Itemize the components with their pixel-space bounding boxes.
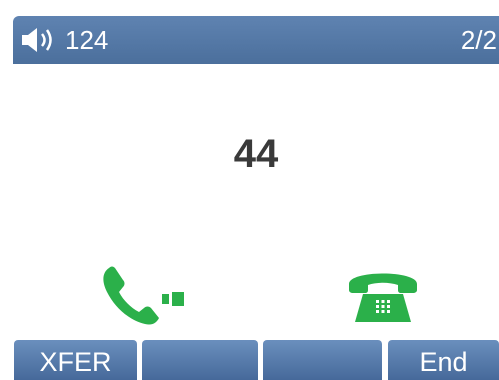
page-indicator: 2/2 xyxy=(460,25,497,55)
softkey-bar: XFER End xyxy=(0,340,499,380)
screen-top-margin xyxy=(0,0,499,16)
softkey-3[interactable] xyxy=(263,340,382,380)
line-label: 124 xyxy=(65,25,109,55)
status-bar: 124 2/2 xyxy=(13,16,499,64)
caller-number: 44 xyxy=(233,132,279,176)
xfer-softkey[interactable]: XFER xyxy=(14,340,137,380)
speaker-icon xyxy=(22,28,52,52)
desk-phone-icon xyxy=(349,273,417,322)
end-softkey[interactable]: End xyxy=(388,340,499,380)
softkey-2[interactable] xyxy=(142,340,258,380)
outgoing-call-icon xyxy=(103,266,184,325)
phone-screen: 124 2/2 44 XFER End xyxy=(0,0,499,380)
call-panel: 44 xyxy=(13,64,499,340)
